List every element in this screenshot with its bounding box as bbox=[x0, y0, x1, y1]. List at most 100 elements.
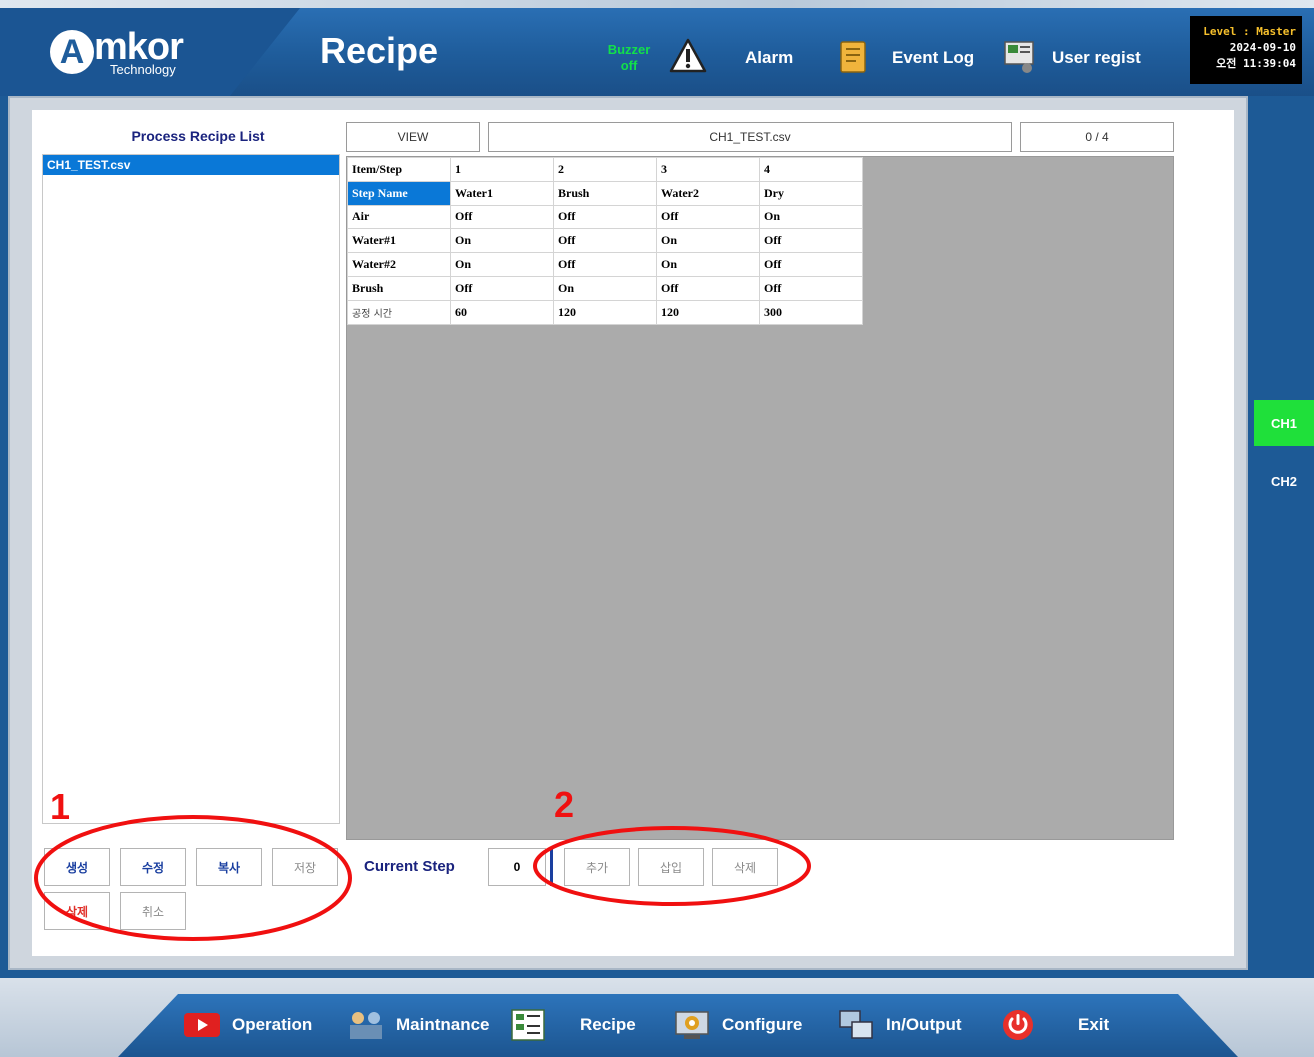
table-row-label: Brush bbox=[347, 275, 451, 301]
table-cell[interactable]: Water2 bbox=[656, 180, 760, 206]
table-row: Air Off Off Off On bbox=[347, 204, 863, 230]
table-cell[interactable]: Off bbox=[450, 204, 554, 230]
nav-operation[interactable]: Operation bbox=[182, 1006, 312, 1044]
nav-exit[interactable]: Exit bbox=[998, 1006, 1109, 1044]
nav-exit-label: Exit bbox=[1078, 1015, 1110, 1034]
logo-letter: A bbox=[50, 30, 94, 74]
table-row: Water#1 On Off On Off bbox=[347, 228, 863, 254]
table-header-cell: 3 bbox=[656, 157, 760, 182]
view-button[interactable]: VIEW bbox=[346, 122, 480, 152]
create-button[interactable]: 생성 bbox=[44, 848, 110, 886]
operation-icon bbox=[184, 1013, 220, 1037]
buzzer-state: off bbox=[620, 58, 638, 73]
table-row-label: Water#1 bbox=[347, 228, 451, 254]
delete-step-button[interactable]: 삭제 bbox=[712, 848, 778, 886]
event-log-button[interactable]: Event Log bbox=[892, 48, 974, 68]
table-cell[interactable]: On bbox=[553, 275, 657, 301]
alarm-warning-icon[interactable] bbox=[668, 36, 708, 76]
annotation-number-1: 1 bbox=[50, 786, 71, 827]
status-panel: Level : Master 2024-09-10 오전 11:39:04 bbox=[1190, 16, 1302, 84]
nav-inoutput-label: In/Output bbox=[886, 1015, 962, 1034]
table-cell-selected[interactable]: Step Name bbox=[347, 180, 451, 206]
table-cell[interactable]: Dry bbox=[759, 180, 863, 206]
nav-maintenance[interactable]: Maintnance bbox=[346, 1006, 490, 1044]
table-row-label: Water#2 bbox=[347, 252, 451, 277]
table-row: Step Name Water1 Brush Water2 Dry bbox=[347, 180, 863, 206]
copy-button[interactable]: 복사 bbox=[196, 848, 262, 886]
table-header-row: Item/Step 1 2 3 4 bbox=[347, 157, 863, 182]
table-row-label: 공정 시간 bbox=[347, 299, 451, 325]
table-header-cell: 4 bbox=[759, 157, 863, 182]
user-regist-button[interactable]: User regist bbox=[1052, 48, 1141, 68]
table-cell[interactable]: On bbox=[656, 252, 760, 277]
table-cell[interactable]: 300 bbox=[759, 299, 863, 325]
table-cell[interactable]: On bbox=[450, 252, 554, 277]
nav-inoutput[interactable]: In/Output bbox=[836, 1006, 962, 1044]
nav-configure-label: Configure bbox=[722, 1015, 803, 1034]
current-time: 오전 11:39:04 bbox=[1216, 57, 1296, 70]
cancel-button[interactable]: 취소 bbox=[120, 892, 186, 930]
user-regist-icon[interactable] bbox=[1003, 40, 1037, 76]
recipe-table: Item/Step 1 2 3 4 Step Name Water1 Brush… bbox=[347, 157, 863, 325]
recipe-list[interactable]: CH1_TEST.csv bbox=[42, 154, 340, 824]
table-cell[interactable]: On bbox=[759, 204, 863, 230]
table-cell[interactable]: On bbox=[656, 228, 760, 254]
nav-maintenance-label: Maintnance bbox=[396, 1015, 490, 1034]
recipe-grid: Item/Step 1 2 3 4 Step Name Water1 Brush… bbox=[346, 156, 1174, 840]
configure-icon bbox=[675, 1011, 709, 1039]
alarm-button[interactable]: Alarm bbox=[745, 48, 793, 68]
recipe-icon bbox=[511, 1009, 545, 1041]
table-cell[interactable]: Off bbox=[553, 252, 657, 277]
recipe-content: Process Recipe List CH1_TEST.csv VIEW CH… bbox=[32, 110, 1234, 956]
table-cell[interactable]: Off bbox=[759, 228, 863, 254]
table-header-cell: 1 bbox=[450, 157, 554, 182]
nav-configure[interactable]: Configure bbox=[672, 1006, 802, 1044]
table-cell[interactable]: Off bbox=[759, 252, 863, 277]
table-cell[interactable]: On bbox=[450, 228, 554, 254]
table-cell[interactable]: Off bbox=[759, 275, 863, 301]
nav-recipe-label: Recipe bbox=[580, 1015, 636, 1034]
table-row-label: Air bbox=[347, 204, 451, 230]
nav-operation-label: Operation bbox=[232, 1015, 313, 1034]
step-counter: 0 / 4 bbox=[1020, 122, 1174, 152]
recipe-list-item[interactable]: CH1_TEST.csv bbox=[43, 155, 339, 175]
table-cell[interactable]: Water1 bbox=[450, 180, 554, 206]
page-title: Recipe bbox=[320, 30, 439, 71]
tab-ch2[interactable]: CH2 bbox=[1254, 458, 1314, 504]
top-header: A mkor Technology Recipe Buzzer off Alar… bbox=[0, 0, 1314, 96]
event-log-icon[interactable] bbox=[838, 40, 868, 74]
current-step-value: 0 bbox=[488, 848, 546, 886]
table-cell[interactable]: Off bbox=[553, 228, 657, 254]
buzzer-label: Buzzer bbox=[607, 42, 651, 57]
tab-ch1[interactable]: CH1 bbox=[1254, 400, 1314, 446]
table-cell[interactable]: 60 bbox=[450, 299, 554, 325]
table-cell[interactable]: Off bbox=[656, 204, 760, 230]
table-cell[interactable]: 120 bbox=[656, 299, 760, 325]
main-panel: Process Recipe List CH1_TEST.csv VIEW CH… bbox=[8, 96, 1248, 970]
logo-subtitle: Technology bbox=[110, 62, 176, 77]
current-date: 2024-09-10 bbox=[1229, 41, 1296, 54]
table-cell[interactable]: Off bbox=[450, 275, 554, 301]
delete-recipe-button[interactable]: 삭제 bbox=[44, 892, 110, 930]
maintenance-icon bbox=[350, 1012, 382, 1039]
table-row: 공정 시간 60 120 120 300 bbox=[347, 299, 863, 325]
table-header-cell: Item/Step bbox=[347, 157, 451, 182]
table-cell[interactable]: Off bbox=[656, 275, 760, 301]
table-cell[interactable]: 120 bbox=[553, 299, 657, 325]
user-level: Level : Master bbox=[1203, 25, 1296, 38]
edit-button[interactable]: 수정 bbox=[120, 848, 186, 886]
add-step-button[interactable]: 추가 bbox=[564, 848, 630, 886]
logo-area: A mkor Technology bbox=[0, 8, 300, 96]
table-cell[interactable]: Off bbox=[553, 204, 657, 230]
save-button[interactable]: 저장 bbox=[272, 848, 338, 886]
table-cell[interactable]: Brush bbox=[553, 180, 657, 206]
insert-step-button[interactable]: 삽입 bbox=[638, 848, 704, 886]
power-icon bbox=[1003, 1010, 1033, 1040]
recipe-list-title: Process Recipe List bbox=[131, 128, 265, 144]
table-row: Brush Off On Off Off bbox=[347, 275, 863, 301]
amkor-logo: A mkor Technology bbox=[50, 26, 220, 80]
buzzer-toggle[interactable]: Buzzer off bbox=[598, 42, 660, 74]
inoutput-icon bbox=[839, 1010, 873, 1039]
nav-recipe[interactable]: Recipe bbox=[508, 1006, 636, 1044]
table-row: Water#2 On Off On Off bbox=[347, 252, 863, 277]
